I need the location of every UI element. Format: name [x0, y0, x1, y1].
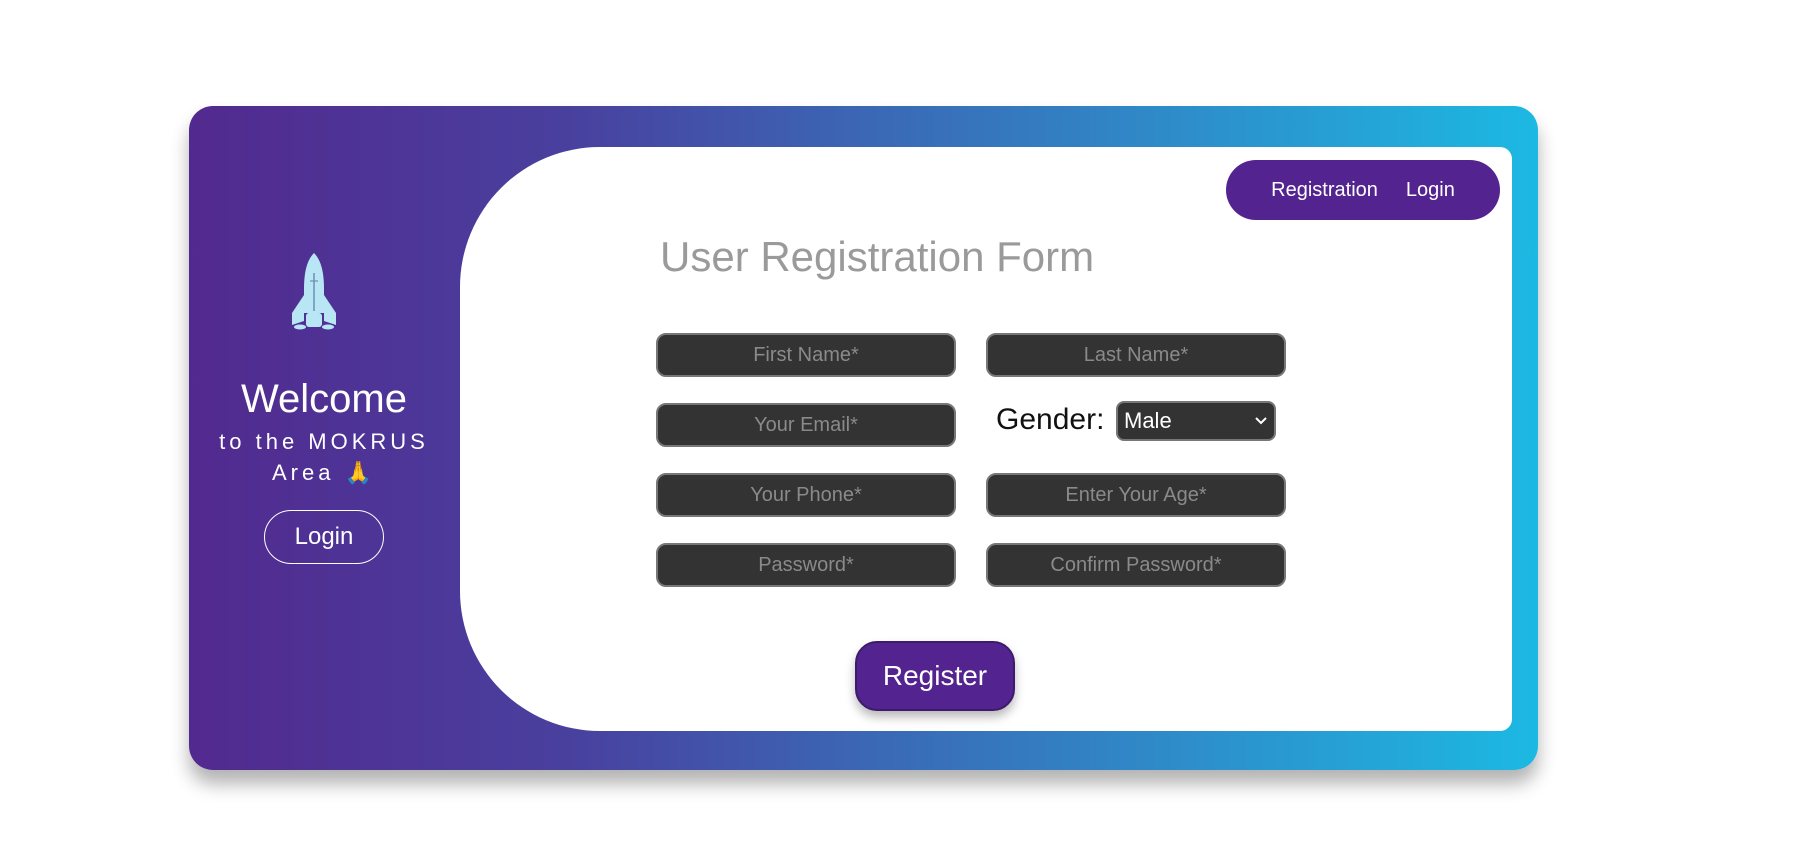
- form-panel: Registration Login User Registration For…: [460, 147, 1512, 731]
- rocket-icon: [292, 253, 336, 330]
- top-nav: Registration Login: [1226, 160, 1500, 220]
- password-field[interactable]: [656, 543, 956, 587]
- register-button[interactable]: Register: [855, 641, 1015, 711]
- registration-card: Welcome to the MOKRUS Area 🙏 Login Regis…: [189, 106, 1538, 770]
- gender-label: Gender:: [996, 403, 1105, 436]
- age-field[interactable]: [986, 473, 1286, 517]
- welcome-heading: Welcome: [241, 377, 407, 421]
- sidebar-login-button[interactable]: Login: [264, 510, 384, 564]
- form-title: User Registration Form: [660, 233, 1095, 280]
- gender-selected-value: Male: [1124, 408, 1172, 433]
- nav-login-link[interactable]: Login: [1406, 179, 1455, 202]
- confirm-password-field[interactable]: [986, 543, 1286, 587]
- last-name-field[interactable]: [986, 333, 1286, 377]
- subtitle-line-1: to the MOKRUS: [219, 429, 429, 454]
- gender-select[interactable]: Male: [1116, 401, 1276, 441]
- subtitle-line-2: Area 🙏: [272, 460, 376, 485]
- first-name-field[interactable]: [656, 333, 956, 377]
- welcome-subtitle: to the MOKRUS Area 🙏: [189, 426, 459, 488]
- chevron-down-icon: [1255, 417, 1267, 425]
- email-field[interactable]: [656, 403, 956, 447]
- welcome-panel: Welcome to the MOKRUS Area 🙏 Login: [189, 106, 459, 770]
- nav-registration-link[interactable]: Registration: [1271, 179, 1378, 202]
- phone-field[interactable]: [656, 473, 956, 517]
